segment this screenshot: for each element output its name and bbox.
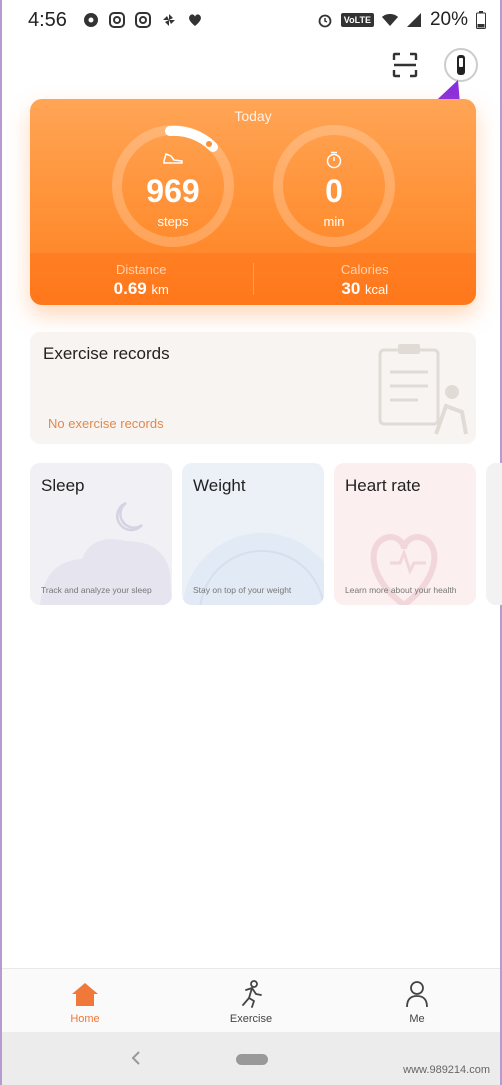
feature-tiles: Sleep Track and analyze your sleep Weigh… (30, 463, 502, 607)
heart-rate-icon (189, 14, 201, 26)
calories-label: Calories (340, 262, 389, 277)
instagram-icon (134, 12, 151, 28)
clipboard-illustration-icon (378, 344, 468, 435)
exercise-empty-text: No exercise records (48, 416, 164, 431)
minutes-ring: 0 min (273, 125, 395, 247)
minutes-value: 0 (325, 173, 343, 209)
steps-unit: steps (157, 214, 189, 229)
tile-weight[interactable]: Weight Stay on top of your weight (182, 463, 324, 605)
calories-value: 30 (341, 279, 361, 298)
nav-exercise[interactable]: Exercise (168, 969, 334, 1032)
stopwatch-icon (326, 151, 342, 169)
status-bar: 4:56 VoLTE 20% (2, 0, 500, 40)
tile-heart-rate-title: Heart rate (345, 476, 421, 495)
distance-unit: km (151, 282, 169, 297)
volte-badge: VoLTE (340, 13, 374, 27)
exercise-records-title: Exercise records (43, 344, 170, 363)
home-icon (72, 983, 98, 1006)
pinwheel-icon (162, 14, 175, 26)
distance-label: Distance (115, 262, 167, 277)
system-nav-bar (2, 1032, 500, 1085)
calories-stat: Calories 30 kcal (254, 253, 477, 305)
distance-stat: Distance 0.69 km (30, 253, 253, 305)
wifi-icon (381, 14, 398, 26)
signal-icon (406, 13, 421, 27)
tile-sleep-title: Sleep (41, 476, 85, 495)
steps-value: 969 (146, 173, 200, 209)
tile-weight-desc: Stay on top of your weight (193, 585, 292, 595)
instagram-icon (108, 12, 125, 28)
today-activity-card[interactable]: Today 969 steps 0 min Distance 0.69 km C… (30, 99, 476, 305)
exercise-records-card[interactable]: Exercise records No exercise records (30, 332, 476, 444)
person-icon (406, 981, 428, 1008)
tile-sleep[interactable]: Sleep Track and analyze your sleep (30, 463, 172, 605)
notification-icon (83, 13, 98, 27)
calories-unit: kcal (365, 282, 389, 297)
nav-exercise-label: Exercise (229, 1013, 273, 1025)
runner-icon (242, 980, 262, 1008)
status-time: 4:56 (28, 8, 67, 31)
nav-me-label: Me (409, 1013, 425, 1025)
tile-heart-rate[interactable]: Heart rate Learn more about your health (334, 463, 476, 605)
distance-value: 0.69 (113, 279, 147, 298)
tile-more[interactable] (486, 463, 502, 605)
nav-home-label: Home (70, 1013, 100, 1025)
battery-icon (476, 11, 486, 29)
bottom-nav: Home Exercise Me (2, 968, 500, 1032)
watermark: www.989214.com (403, 1064, 490, 1076)
home-pill-button[interactable] (236, 1054, 268, 1065)
back-icon[interactable] (128, 1048, 144, 1068)
today-label: Today (234, 108, 272, 124)
battery-percent: 20% (429, 9, 468, 30)
nav-home[interactable]: Home (2, 969, 168, 1032)
shoe-icon (163, 152, 183, 164)
alarm-icon (318, 14, 332, 28)
tile-heart-rate-desc: Learn more about your health (345, 585, 457, 595)
tile-weight-title: Weight (193, 476, 246, 495)
steps-ring: 969 steps (112, 125, 234, 247)
minutes-unit: min (323, 214, 345, 229)
nav-me[interactable]: Me (334, 969, 500, 1032)
today-stats: Distance 0.69 km Calories 30 kcal (30, 253, 476, 305)
tile-sleep-desc: Track and analyze your sleep (41, 585, 152, 595)
